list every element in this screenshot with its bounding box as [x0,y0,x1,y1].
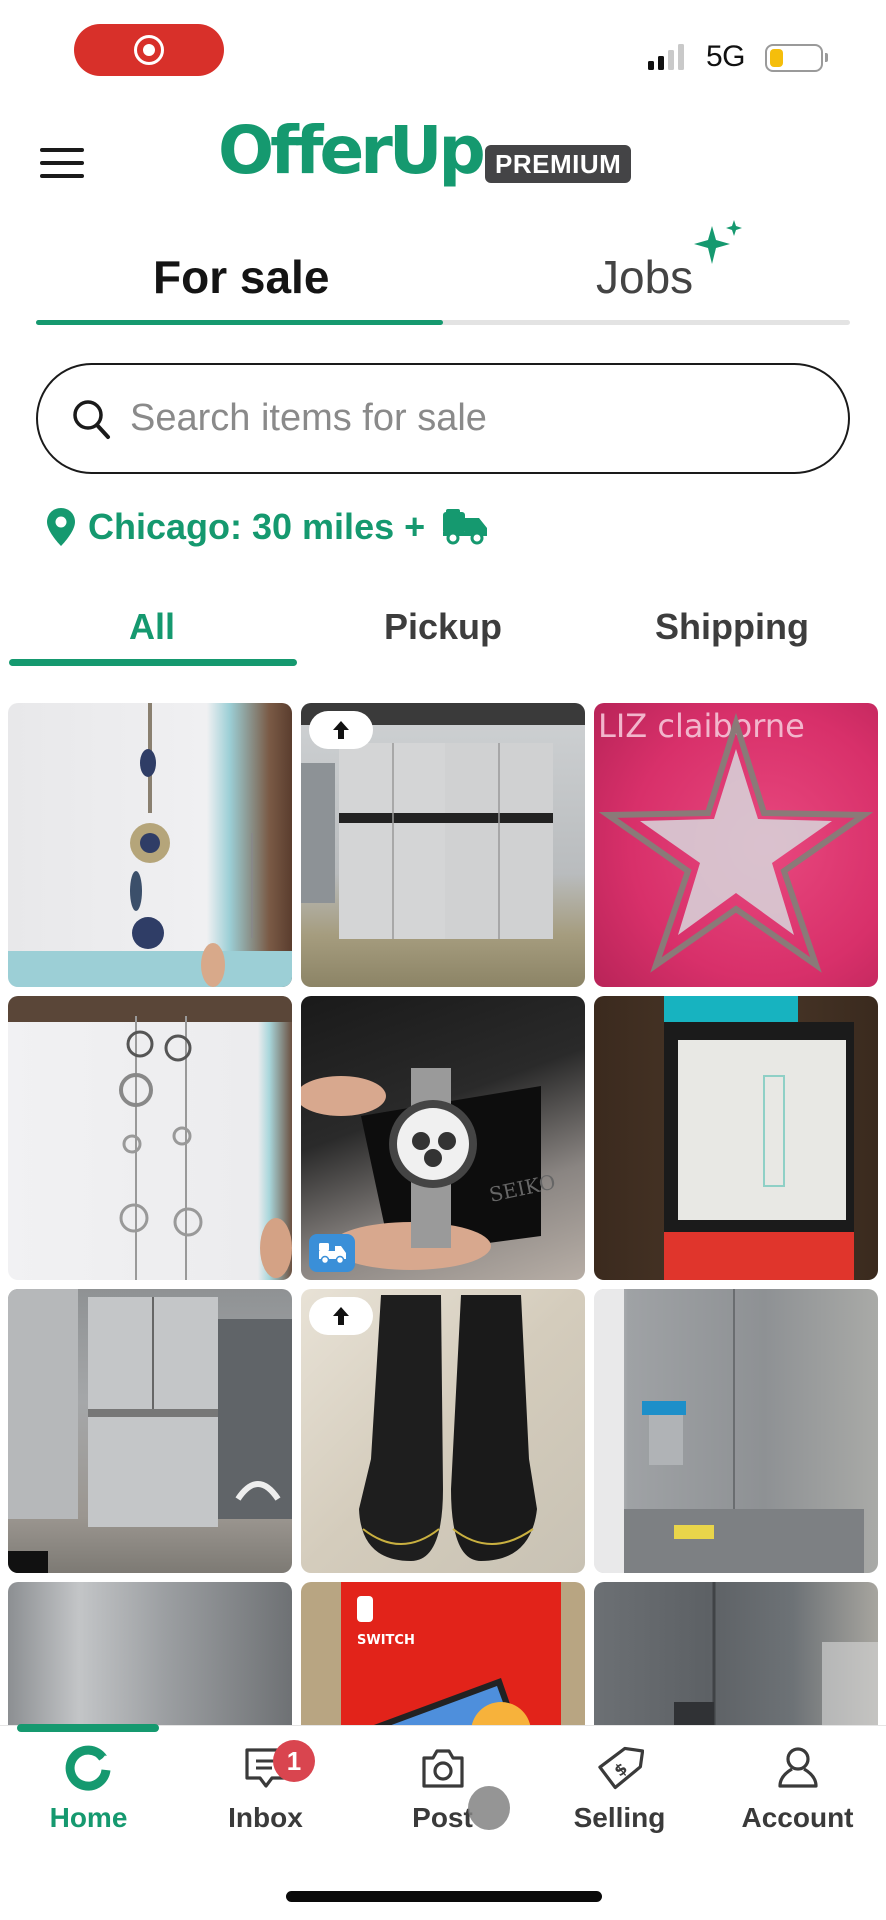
camera-icon [421,1749,464,1788]
cellular-signal-icon [648,44,684,70]
filter-tab-all[interactable]: All [7,600,297,654]
listing-tile[interactable] [301,703,585,987]
price-tag-icon: $ [597,1746,644,1790]
fridge-art [594,1289,864,1573]
bump-badge [309,711,373,749]
listing-tile[interactable] [8,1289,292,1573]
tab-active-indicator [36,320,443,325]
nav-active-indicator [17,1724,159,1732]
nav-account[interactable]: Account [709,1744,886,1834]
hamburger-menu-button[interactable] [40,148,84,178]
offerup-logo: OfferUp [218,112,486,189]
record-icon [134,35,164,65]
nav-label: Selling [573,1802,666,1833]
svg-text:LIZ claiborne: LIZ claiborne [598,707,805,745]
sparkle-icon [694,220,742,264]
nav-label: Home [49,1802,128,1833]
shipping-badge [309,1234,355,1272]
search-icon [73,399,110,439]
location-filter[interactable]: Chicago: 30 miles + [46,506,489,548]
nav-home[interactable]: Home [0,1744,177,1834]
map-pin-icon [47,508,75,546]
nav-selling[interactable]: $ Selling [531,1744,708,1834]
svg-text:SWITCH: SWITCH [357,1633,415,1648]
tab-jobs[interactable]: Jobs [596,250,693,304]
nav-inbox[interactable]: 1 Inbox [177,1740,354,1834]
premium-badge: PREMIUM [485,145,632,183]
filter-tab-shipping[interactable]: Shipping [587,600,877,654]
listing-tile[interactable] [594,996,878,1280]
touch-indicator [468,1786,510,1830]
listing-tile[interactable]: LIZ claiborne [594,703,878,987]
filter-active-indicator [9,659,297,666]
location-label: Chicago: 30 miles + [88,506,426,547]
battery-icon [765,44,823,72]
account-icon [777,1747,818,1788]
search-bar[interactable] [36,363,850,474]
nav-label: Inbox [228,1802,303,1833]
arrow-up-icon [333,1307,349,1325]
nav-label: Post [412,1802,473,1833]
tab-for-sale[interactable]: For sale [153,250,329,304]
filter-tab-pickup[interactable]: Pickup [298,600,588,654]
listings-grid: LIZ claiborne SEIKO SWITCH [8,703,878,1866]
home-indicator[interactable] [286,1891,602,1902]
search-input[interactable] [130,397,790,440]
battery-tip [825,53,828,62]
fridge-art [8,1289,292,1573]
screen-recording-indicator[interactable] [74,24,224,76]
necklace-art [8,703,292,987]
listing-tile[interactable]: SEIKO [301,996,585,1280]
truck-icon [319,1243,346,1265]
network-type: 5G [706,40,746,73]
home-icon [65,1745,110,1791]
listing-tile[interactable] [301,1289,585,1573]
listing-tile[interactable] [594,1289,878,1573]
nav-label: Account [741,1802,854,1833]
brooch-art: LIZ claiborne [598,707,874,973]
flower-necklace-art [8,996,292,1280]
inbox-unread-badge: 1 [273,1740,315,1782]
listing-tile[interactable] [8,996,292,1280]
listing-tile[interactable] [8,703,292,987]
bump-badge [309,1297,373,1335]
switch-screen-art [664,996,854,1280]
truck-icon [443,509,488,545]
arrow-up-icon [333,721,349,739]
